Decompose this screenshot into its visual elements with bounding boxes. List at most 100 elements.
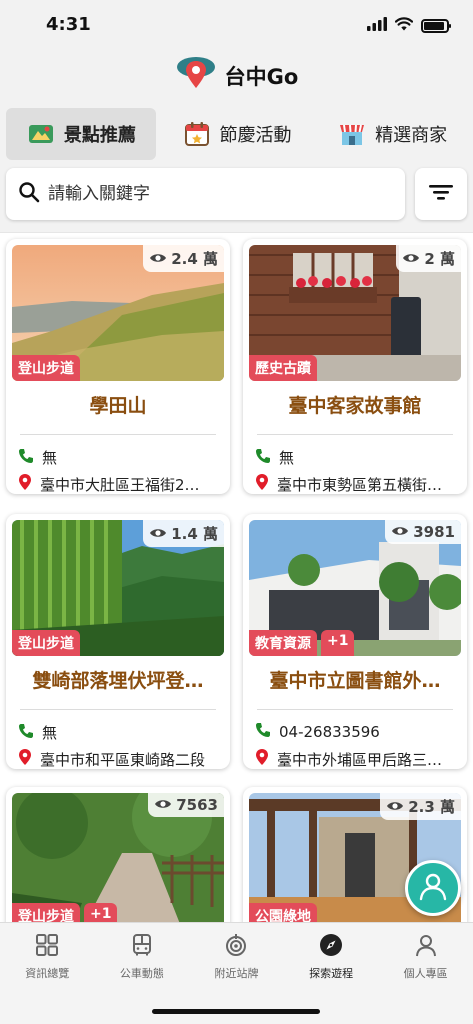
- tab-festivals[interactable]: 節慶活動: [162, 108, 312, 160]
- view-count: 3981: [413, 523, 455, 541]
- filter-button[interactable]: [415, 168, 467, 220]
- eye-icon: [149, 250, 167, 268]
- battery-icon: [421, 18, 451, 33]
- attraction-icon: [26, 119, 56, 149]
- view-count-badge: 3981: [385, 520, 461, 544]
- phone-icon: [18, 448, 34, 468]
- location-pin-icon: [18, 748, 32, 769]
- nav-overview[interactable]: 資訊總覽: [0, 923, 95, 991]
- phone-row: 無: [18, 447, 222, 468]
- address-row: 臺中市和平區東崎路二段: [18, 748, 222, 769]
- search-row: [6, 168, 467, 220]
- divider: [20, 434, 216, 435]
- attraction-photo: 7563 登山步道 +1: [12, 793, 224, 922]
- eye-icon: [154, 796, 172, 814]
- nav-label: 探索遊程: [309, 967, 354, 980]
- address: 臺中市大肚區王福街2…: [40, 475, 200, 494]
- calendar-icon: [182, 119, 212, 149]
- view-count: 2.3 萬: [408, 798, 455, 816]
- attraction-photo: 1.4 萬 登山步道: [12, 520, 224, 656]
- phone-row: 無: [255, 447, 459, 468]
- attraction-card[interactable]: 7563 登山步道 +1: [6, 787, 230, 922]
- more-tags-badge: +1: [84, 903, 118, 922]
- nav-label: 資訊總覽: [25, 967, 70, 980]
- nav-label: 公車動態: [119, 967, 164, 980]
- nav-bus[interactable]: 公車動態: [95, 923, 190, 991]
- store-icon: [337, 119, 367, 149]
- address: 臺中市和平區東崎路二段: [40, 750, 206, 769]
- app-header: 台中Go: [0, 52, 473, 100]
- tag-list: 登山步道: [12, 630, 80, 656]
- status-time: 4:31: [46, 14, 91, 35]
- user-icon: [416, 869, 450, 907]
- category-tag: 登山步道: [12, 903, 80, 922]
- user-icon: [414, 933, 438, 960]
- phone-row: 無: [18, 722, 222, 743]
- grid-icon: [35, 933, 59, 960]
- view-count: 1.4 萬: [171, 525, 218, 543]
- attraction-name: 臺中客家故事館: [288, 395, 422, 417]
- view-count: 2.4 萬: [171, 250, 218, 268]
- category-tag: 登山步道: [12, 630, 80, 656]
- wifi-icon: [394, 16, 414, 35]
- search-input[interactable]: [48, 184, 393, 204]
- attraction-name: 學田山: [89, 395, 147, 417]
- category-tag: 教育資源: [249, 630, 317, 656]
- view-count-badge: 2 萬: [396, 245, 461, 272]
- divider: [20, 709, 216, 710]
- attraction-card[interactable]: 2 萬 歷史古蹟 臺中客家故事館 無 臺中市東勢區第五橫街…: [243, 239, 467, 494]
- tab-stores[interactable]: 精選商家: [317, 108, 467, 160]
- phone-icon: [255, 448, 271, 468]
- phone-number: 無: [42, 449, 58, 467]
- more-tags-badge: +1: [321, 630, 355, 656]
- compass-icon: [319, 933, 343, 960]
- attraction-photo: 2 萬 歷史古蹟: [249, 245, 461, 381]
- address-row: 臺中市大肚區王福街2…: [18, 473, 222, 494]
- category-tabs: 景點推薦 節慶活動 精選商家: [6, 108, 467, 160]
- nav-profile[interactable]: 個人專區: [378, 923, 473, 991]
- tag-list: 歷史古蹟: [249, 355, 317, 381]
- search-box[interactable]: [6, 168, 405, 220]
- bottom-nav: 資訊總覽 公車動態 附近站牌 探索遊程 個人專區: [0, 922, 473, 1024]
- nav-nearby-stops[interactable]: 附近站牌: [189, 923, 284, 991]
- attraction-card[interactable]: 1.4 萬 登山步道 雙崎部落埋伏坪登… 無 臺中市和平區東崎路二段: [6, 514, 230, 769]
- address-row: 臺中市東勢區第五橫街…: [255, 473, 459, 494]
- view-count-badge: 1.4 萬: [143, 520, 224, 547]
- phone-icon: [255, 722, 271, 742]
- tag-list: 登山步道 +1: [12, 903, 118, 922]
- view-count-badge: 7563: [148, 793, 224, 817]
- tab-label: 景點推薦: [63, 125, 136, 146]
- tag-list: 教育資源 +1: [249, 630, 355, 656]
- address: 臺中市外埔區甲后路三…: [277, 750, 443, 769]
- location-pin-icon: [255, 748, 269, 769]
- eye-icon: [386, 798, 404, 816]
- phone-number: 無: [279, 449, 295, 467]
- address-row: 臺中市外埔區甲后路三…: [255, 748, 459, 769]
- profile-fab-button[interactable]: [405, 860, 461, 916]
- tab-label: 精選商家: [375, 125, 448, 146]
- tag-list: 公園綠地: [249, 903, 317, 922]
- attraction-grid: 2.4 萬 登山步道 學田山 無 臺中市大肚區王福街2… 2 萬 歷史古蹟 臺中…: [0, 232, 473, 922]
- attraction-photo: 2.4 萬 登山步道: [12, 245, 224, 381]
- tab-attractions[interactable]: 景點推薦: [6, 108, 156, 160]
- nav-explore[interactable]: 探索遊程: [284, 923, 379, 991]
- filter-icon: [428, 182, 454, 206]
- attraction-card[interactable]: 2.4 萬 登山步道 學田山 無 臺中市大肚區王福街2…: [6, 239, 230, 494]
- app-logo-icon: [175, 54, 217, 98]
- eye-icon: [402, 250, 420, 268]
- attraction-name: 雙崎部落埋伏坪登…: [32, 670, 204, 692]
- search-icon: [18, 181, 40, 207]
- location-pin-icon: [255, 473, 269, 494]
- attraction-card[interactable]: 3981 教育資源 +1 臺中市立圖書館外… 04-26833596 臺中市外埔…: [243, 514, 467, 769]
- phone-number: 04-26833596: [279, 723, 380, 741]
- divider: [257, 434, 453, 435]
- app-title: 台中Go: [224, 65, 299, 89]
- tab-label: 節慶活動: [219, 125, 292, 146]
- address: 臺中市東勢區第五橫街…: [277, 475, 443, 494]
- nav-label: 個人專區: [403, 967, 448, 980]
- tag-list: 登山步道: [12, 355, 80, 381]
- category-tag: 歷史古蹟: [249, 355, 317, 381]
- attraction-name: 臺中市立圖書館外…: [269, 670, 441, 692]
- attraction-photo: 3981 教育資源 +1: [249, 520, 461, 656]
- location-pin-icon: [18, 473, 32, 494]
